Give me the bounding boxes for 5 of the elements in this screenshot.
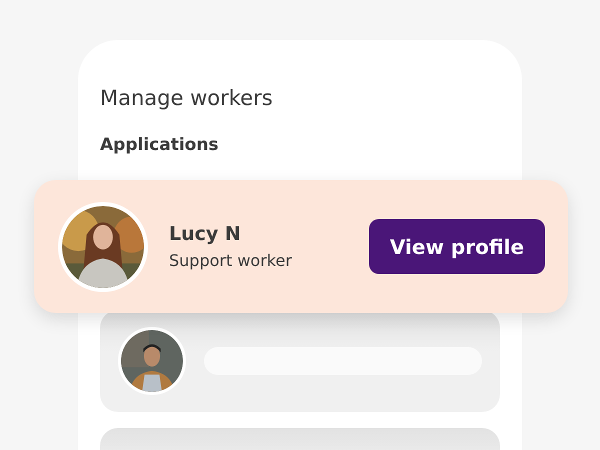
section-heading: Applications xyxy=(100,134,220,157)
screen-title: Manage workers xyxy=(100,85,274,112)
applicant-role: Support worker xyxy=(169,250,293,272)
applicant-name: Lucy N xyxy=(169,222,242,246)
view-profile-button[interactable]: View profile xyxy=(369,219,545,274)
